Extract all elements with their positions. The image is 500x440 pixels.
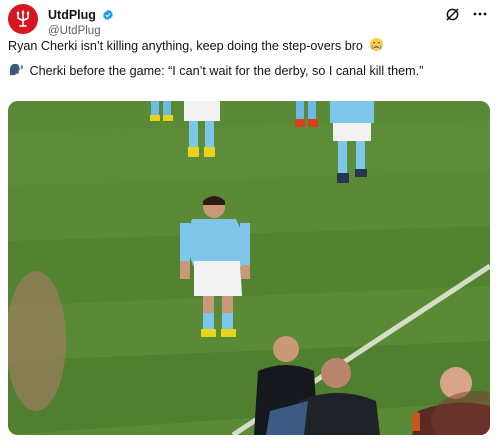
post-text-line-1: Ryan Cherki isn’t killing anything, keep… [8,37,490,56]
avatar[interactable] [8,4,38,34]
display-name[interactable]: UtdPlug [48,8,96,22]
verified-badge-icon [103,9,114,21]
tweet-card: UtdPlug @UtdPlug Ryan Cherki isn’t killi… [0,0,500,440]
author-info: UtdPlug @UtdPlug [48,6,114,38]
more-options-icon[interactable] [472,6,488,22]
post-quote-text: Cherki before the game: “I can’t wait fo… [29,64,424,78]
trident-logo-icon [16,10,30,27]
match-photo [8,101,490,435]
header-actions [444,6,488,22]
tweet-header: UtdPlug @UtdPlug [8,4,492,37]
handle[interactable]: @UtdPlug [48,24,114,38]
speaking-head-icon [8,62,23,81]
post-text-line-2: Cherki before the game: “I can’t wait fo… [8,62,490,81]
crying-face-icon [369,37,384,56]
post-media-photo[interactable] [8,101,490,435]
blurred-foreground [8,271,66,411]
post-text: Ryan Cherki isn’t killing anything, keep… [8,39,363,53]
grok-icon[interactable] [444,6,460,22]
